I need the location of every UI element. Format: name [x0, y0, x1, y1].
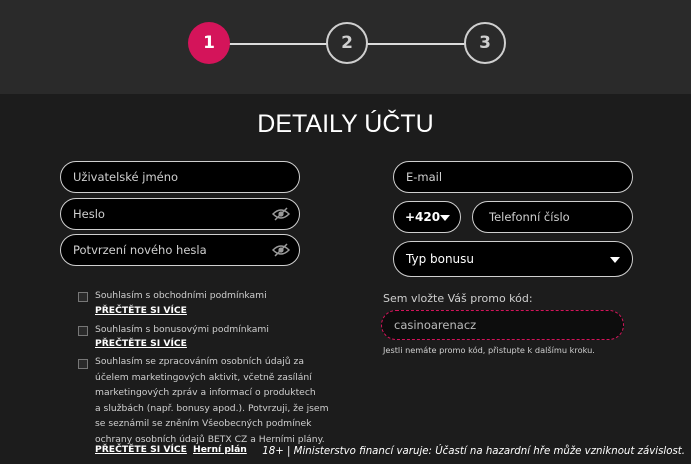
game-plan-link[interactable]: Herní plán [193, 444, 247, 455]
bonus-read-more-link[interactable]: PŘEČTĚTE SI VÍCE [95, 338, 187, 349]
email-field[interactable] [393, 161, 633, 193]
phone-input[interactable] [473, 210, 632, 224]
step-2: 2 [326, 22, 368, 64]
password-confirm-field[interactable] [60, 234, 300, 266]
country-code-select[interactable]: +420 [393, 201, 461, 233]
terms-read-more-link[interactable]: PŘEČTĚTE SI VÍCE [95, 305, 187, 316]
marketing-consent-line: Souhlasím se zpracováním osobních údajů … [95, 356, 304, 367]
username-field[interactable] [60, 161, 300, 193]
page-title: DETAILY ÚČTU [257, 110, 434, 138]
bonus-type-value: Typ bonusu [406, 252, 475, 266]
step-connector [229, 43, 327, 45]
terms-consent-text: Souhlasím s obchodními podmínkami [95, 290, 267, 301]
promo-code-hint: Jestli nemáte promo kód, přistupte k dal… [383, 345, 595, 355]
promo-code-field[interactable] [381, 310, 624, 340]
marketing-consent-line: se seznámil se zněním Všeobecných podmín… [95, 418, 312, 429]
marketing-checkbox[interactable] [78, 359, 88, 369]
marketing-consent-line: marketingových zpráv a informací o produ… [95, 387, 316, 398]
country-code-value: +420 [405, 210, 441, 224]
bonus-type-select[interactable]: Typ bonusu [393, 241, 633, 277]
username-input[interactable] [61, 170, 299, 184]
promo-code-input[interactable] [382, 318, 623, 332]
email-input[interactable] [394, 170, 632, 184]
eye-slash-icon[interactable] [272, 207, 290, 221]
marketing-read-more-link[interactable]: PŘEČTĚTE SI VÍCE [95, 444, 187, 455]
bonus-checkbox[interactable] [78, 326, 88, 336]
password-confirm-input[interactable] [61, 243, 299, 257]
chevron-down-icon [440, 215, 450, 221]
step-1: 1 [188, 22, 230, 64]
account-details-form: DETAILY ÚČTU Souhlasím s obchodními podm… [0, 94, 691, 464]
promo-code-label: Sem vložte Váš promo kód: [383, 292, 533, 305]
phone-field[interactable] [472, 201, 633, 233]
password-field[interactable] [60, 198, 300, 230]
bonus-consent-text: Souhlasím s bonusovými podmínkami [95, 324, 269, 335]
chevron-down-icon [610, 257, 620, 263]
marketing-consent-line: účelem marketingových aktivit, včetně za… [95, 371, 312, 383]
registration-stepper: 1 2 3 [0, 0, 691, 94]
eye-slash-icon[interactable] [272, 243, 290, 257]
step-connector [367, 43, 465, 45]
password-input[interactable] [61, 207, 299, 221]
gambling-warning: 18+ | Ministerstvo financí varuje: Účast… [262, 446, 685, 457]
marketing-consent-line: a službách (např. bonusy apod.). Potvrzu… [95, 402, 329, 414]
step-3: 3 [464, 22, 506, 64]
marketing-consent-text: Souhlasím se zpracováním osobních údajů … [95, 354, 329, 447]
terms-checkbox[interactable] [78, 292, 88, 302]
